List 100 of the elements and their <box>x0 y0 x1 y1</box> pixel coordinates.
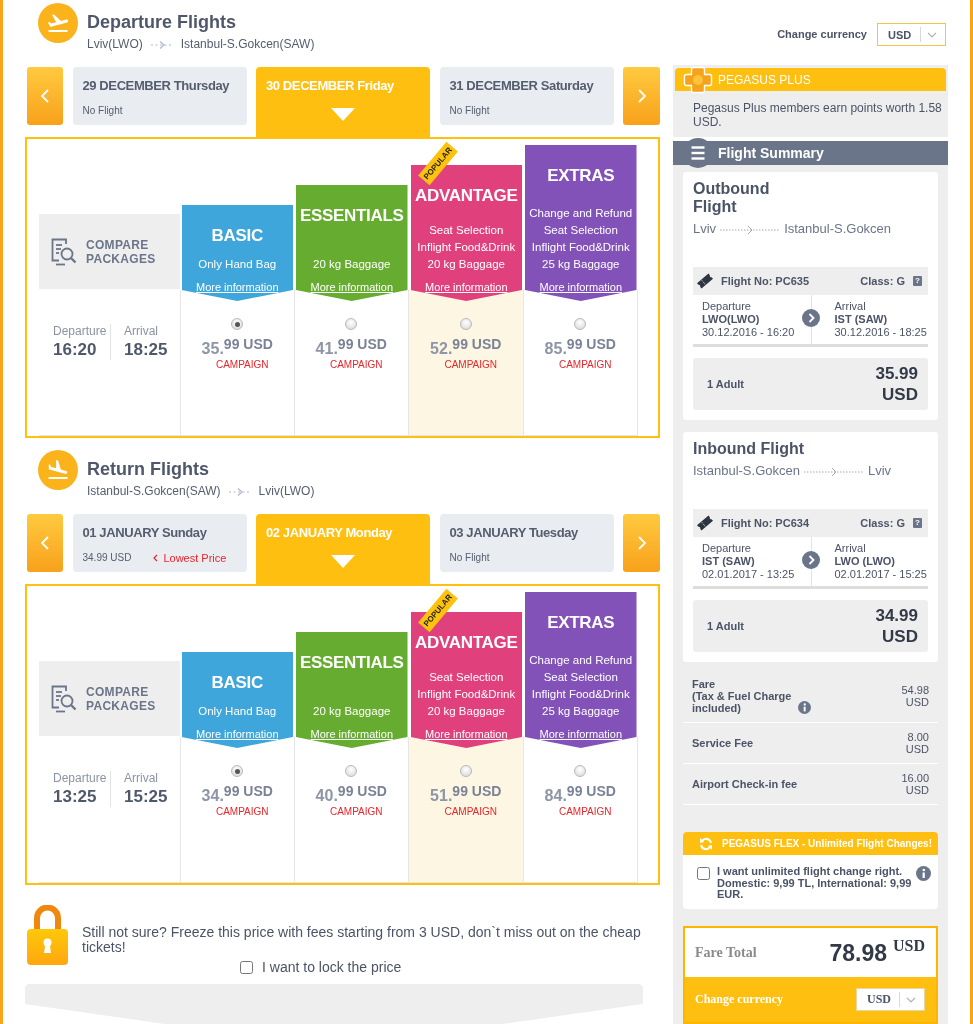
more-information-link[interactable]: More information <box>424 281 508 294</box>
help-icon[interactable]: ? <box>913 518 922 528</box>
package-feature: 20 kg Baggage <box>427 257 505 272</box>
origin-city: Lviv <box>693 221 717 237</box>
compare-packages-button[interactable]: COMPARE PACKAGES <box>39 661 180 736</box>
takeoff-plane-icon <box>38 3 78 43</box>
time-label: Departure <box>53 771 108 785</box>
ticket-icon <box>697 273 713 289</box>
leg-datetime: 30.12.2016 - 16:20 <box>702 326 796 339</box>
flight-title: Inbound Flight <box>693 440 806 458</box>
currency-select[interactable]: USD <box>877 23 946 46</box>
package-feature: Inflight Food&Drink <box>417 240 516 255</box>
time-label: Arrival <box>124 771 159 785</box>
date-tab[interactable]: 01 JANUARY Sunday 34.99 USD Lowest Price <box>72 514 247 572</box>
more-information-link[interactable]: More information <box>195 728 279 741</box>
origin-city: Istanbul-S.Gokcen <box>693 463 800 479</box>
package-price: 35.$^{99 USD}$ <box>201 339 273 359</box>
campaign-label: CAMPAIGN <box>557 806 612 818</box>
chevron-right-icon <box>637 89 646 103</box>
package-radio[interactable] <box>345 318 358 330</box>
chevron-down-icon <box>906 996 916 1003</box>
date-tab[interactable]: 31 DECEMBER Saturday No Flight <box>439 67 614 125</box>
campaign-label: CAMPAIGN <box>443 359 498 371</box>
package-feature: Change and Refund <box>529 206 633 221</box>
chevron-down-icon <box>927 31 937 38</box>
package-radio[interactable] <box>459 318 472 330</box>
package-feature: 20 kg Baggage <box>313 704 391 719</box>
loyalty-title: PEGASUS PLUS <box>718 72 811 87</box>
airport-code: IST (SAW) <box>834 313 889 326</box>
fee-label: Fare <box>692 678 717 690</box>
package-name: BASIC <box>211 672 263 694</box>
currency-select[interactable]: USD <box>856 988 925 1011</box>
package-radio[interactable] <box>574 318 587 330</box>
package-name: ADVANTAGE <box>415 185 518 207</box>
package-price: 84.$^{99 USD}$ <box>544 786 616 806</box>
price-freeze-message: Still not sure? Freeze this price with fees starting from 3 USD, don`t miss out on the cheap tickets! <box>82 925 642 955</box>
package-feature: Only Hand Bag <box>198 257 277 272</box>
package-price: 34.$^{99 USD}$ <box>201 786 273 806</box>
campaign-label: CAMPAIGN <box>214 359 269 371</box>
info-icon <box>916 866 931 881</box>
previous-date-button[interactable] <box>27 514 63 572</box>
document-search-icon <box>51 684 77 713</box>
help-icon[interactable]: ? <box>913 276 922 286</box>
leg-label: Arrival <box>834 542 867 555</box>
campaign-label: CAMPAIGN <box>214 806 269 818</box>
fare-total-label: Fare Total <box>695 944 757 961</box>
leg-datetime: 02.01.2017 - 15:25 <box>834 568 928 581</box>
airport-code: IST (SAW) <box>702 555 756 568</box>
campaign-label: CAMPAIGN <box>328 359 383 371</box>
passenger-price: 35.99 USD <box>874 363 918 405</box>
date-tab[interactable]: 29 DECEMBER Thursday No Flight <box>72 67 247 125</box>
compare-packages-button[interactable]: COMPARE PACKAGES <box>39 214 180 289</box>
leg-label: Arrival <box>834 300 867 313</box>
destination-airport: Istanbul-S.Gokcen(SAW) <box>180 37 315 52</box>
airport-code: LWO(LWO) <box>702 313 761 326</box>
package-radio[interactable] <box>231 318 244 330</box>
leg-label: Departure <box>702 542 752 555</box>
lock-price-checkbox[interactable] <box>240 960 253 974</box>
more-information-link[interactable]: More information <box>195 281 279 294</box>
fee-note: (Tax & Fuel Charge included) <box>692 690 793 714</box>
package-radio[interactable] <box>459 765 472 777</box>
lock-price-label[interactable]: I want to lock the price <box>262 960 402 974</box>
package-name: ESSENTIALS <box>299 205 404 227</box>
flex-offer-title: PEGASUS FLEX - Unlimited Flight Changes! <box>722 838 932 849</box>
fare-class: Class: G <box>860 275 905 287</box>
flight-number: Flight No: PC634 <box>721 517 809 529</box>
caret-icon <box>153 554 159 562</box>
chevron-right-icon <box>637 536 646 550</box>
destination-city: Lviv <box>867 463 892 479</box>
previous-date-button[interactable] <box>27 67 63 125</box>
fee-amount: 8.00 USD <box>904 731 929 755</box>
time-value: 18:25 <box>124 340 168 360</box>
package-feature: Only Hand Bag <box>198 704 277 719</box>
package-radio[interactable] <box>231 765 244 777</box>
fare-total-currency: USD <box>893 937 925 955</box>
more-information-link[interactable]: More information <box>424 728 508 741</box>
time-label: Arrival <box>124 324 159 338</box>
more-information-link[interactable]: More information <box>539 728 622 741</box>
package-price: 52.$^{99 USD}$ <box>430 339 502 359</box>
ticket-icon <box>697 515 713 531</box>
origin-airport: Lviv(LWO) <box>87 37 143 52</box>
next-date-button[interactable] <box>623 514 660 572</box>
destination-city: Istanbul-S.Gokcen <box>784 221 892 237</box>
next-date-button[interactable] <box>623 67 660 125</box>
package-price: 51.$^{99 USD}$ <box>430 786 502 806</box>
package-feature: Inflight Food&Drink <box>531 240 630 255</box>
more-information-link[interactable]: More information <box>310 281 393 294</box>
section-title: Departure Flights <box>87 11 238 33</box>
passenger-count: 1 Adult <box>707 620 744 632</box>
package-feature: Inflight Food&Drink <box>417 687 516 702</box>
more-information-link[interactable]: More information <box>310 728 393 741</box>
flex-offer-text: I want unlimited flight change right. Domestic: 9,99 TL, International: 9,99 EUR. <box>717 866 913 901</box>
more-information-link[interactable]: More information <box>539 281 622 294</box>
fare-class: Class: G <box>860 517 905 529</box>
package-feature: Change and Refund <box>529 653 633 668</box>
package-feature: Inflight Food&Drink <box>531 687 630 702</box>
package-radio[interactable] <box>345 765 358 777</box>
date-tab[interactable]: 03 JANUARY Tuesday No Flight <box>439 514 614 572</box>
package-radio[interactable] <box>574 765 587 777</box>
flex-checkbox[interactable] <box>697 867 710 880</box>
